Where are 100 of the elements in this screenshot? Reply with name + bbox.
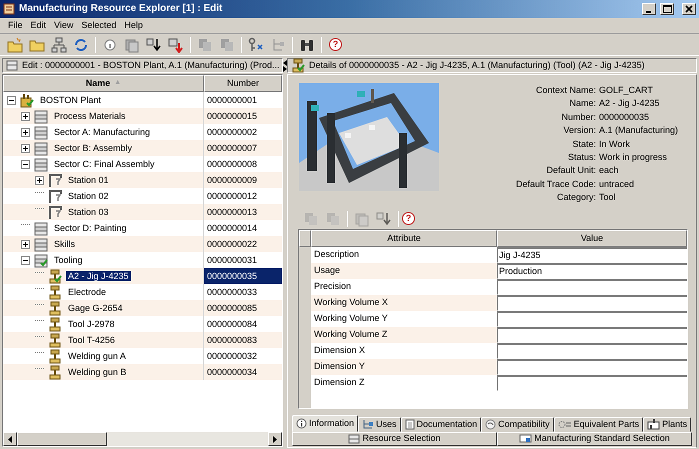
tree-item-label[interactable]: Sector A: Manufacturing — [52, 126, 152, 138]
column-header[interactable]: Attribute — [311, 230, 497, 247]
expand-toggle[interactable] — [35, 176, 44, 184]
tab[interactable]: Information — [292, 414, 358, 432]
tree-item-label[interactable]: Sector D: Painting — [52, 222, 129, 234]
expand-toggle[interactable] — [21, 240, 30, 248]
help-button[interactable]: ? — [402, 212, 415, 226]
tree-item-label[interactable]: Electrode — [66, 286, 108, 298]
open-folder-icon — [7, 36, 23, 52]
expand-toggle[interactable] — [7, 96, 16, 104]
tree-row[interactable]: Welding gun B 0000000034 — [3, 364, 282, 380]
column-label: Number — [226, 78, 259, 89]
info-icon — [296, 418, 307, 429]
minimize-button[interactable] — [642, 3, 656, 15]
tab[interactable]: Uses — [358, 416, 401, 432]
tree-item-label[interactable]: Sector B: Assembly — [52, 142, 134, 154]
tree-item-label[interactable]: A2 - Jig J-4235 — [66, 270, 131, 282]
stack-icon — [124, 36, 140, 52]
info-icon — [102, 36, 118, 52]
row-header[interactable] — [299, 246, 311, 263]
column-header[interactable]: Value — [497, 230, 687, 247]
table-cell: Working Volume Z — [311, 326, 497, 343]
tree-item-label[interactable]: Welding gun B — [66, 366, 128, 378]
menu-item[interactable]: Help — [120, 20, 147, 31]
swirl-icon — [485, 418, 496, 430]
tree-row[interactable]: Gage G-2654 0000000085 — [3, 300, 282, 316]
table-cell-text: Dimension Z — [313, 376, 366, 390]
tree-item-label[interactable]: BOSTON Plant — [38, 94, 103, 106]
input-field[interactable] — [497, 326, 687, 343]
table-cell: 0000000032 — [207, 350, 258, 362]
gear-equals-icon — [558, 418, 572, 430]
tree-row[interactable]: A2 - Jig J-4235 0000000035 — [3, 268, 282, 284]
menu-item[interactable]: View — [50, 20, 78, 31]
property-label: Category: — [556, 191, 597, 204]
input-field[interactable] — [497, 278, 687, 295]
input-field[interactable] — [497, 294, 687, 311]
tree-row[interactable]: Skills 0000000022 — [3, 236, 282, 252]
tree-item-label[interactable]: Skills — [52, 238, 78, 250]
column-header[interactable]: Number — [204, 75, 282, 92]
maximize-button[interactable] — [660, 3, 674, 15]
tree-row[interactable]: Sector B: Assembly 0000000007 — [3, 140, 282, 156]
tab[interactable]: Resource Selection — [292, 432, 497, 446]
property-value: In Work — [599, 138, 630, 151]
close-button[interactable] — [682, 3, 696, 15]
table-cell: Usage — [311, 262, 497, 279]
tree-row[interactable]: Process Materials 0000000015 — [3, 108, 282, 124]
table-cell-text: Dimension X — [313, 344, 366, 358]
window-title: Manufacturing Resource Explorer [1] : Edit — [19, 3, 224, 15]
input-field[interactable] — [497, 342, 687, 359]
table-cell-text: Description — [313, 248, 360, 262]
tree-row[interactable]: Station 01 0000000009 — [3, 172, 282, 188]
tab[interactable]: Manufacturing Standard Selection — [497, 432, 692, 446]
input-field[interactable]: Production — [497, 262, 687, 279]
table-cell: 0000000033 — [207, 286, 258, 298]
expand-toggle[interactable] — [21, 256, 30, 264]
maximize-icon — [662, 5, 672, 13]
tree-item-label[interactable]: Gage G-2654 — [66, 302, 125, 314]
hierarchy-icon — [362, 418, 374, 430]
tab[interactable]: Documentation — [400, 416, 482, 432]
tree-item-label[interactable]: Process Materials — [52, 110, 128, 122]
menu-item[interactable]: Edit — [26, 20, 50, 31]
pane-title: Details of 0000000035 - A2 - Jig J-4235, A.1 (Manufacturing) (Tool) (A2 - Jig J-4235) — [309, 60, 645, 71]
table-cell: 0000000002 — [207, 126, 258, 138]
horizontal-scrollbar[interactable] — [3, 432, 282, 446]
copy-icon — [197, 36, 213, 52]
help-button[interactable]: ? — [329, 38, 342, 51]
input-field[interactable]: Jig J-4235 — [497, 246, 687, 263]
input-field[interactable] — [497, 358, 687, 375]
tree-item-label[interactable]: Station 01 — [66, 174, 111, 186]
input-field[interactable] — [497, 310, 687, 327]
table-cell: 0000000035 — [207, 270, 258, 282]
property-value: 0000000035 — [599, 110, 650, 124]
tree-item-label[interactable]: Tool T-4256 — [66, 334, 117, 346]
tab[interactable]: Equivalent Parts — [554, 416, 644, 432]
property-label: Version: — [562, 124, 597, 138]
cabinet-icon — [348, 434, 360, 444]
network-icon — [51, 36, 67, 52]
table-cell-text: Precision — [313, 280, 352, 294]
table-cell: 0000000085 — [207, 302, 258, 314]
expand-toggle[interactable] — [21, 112, 30, 120]
tree-item-label[interactable]: Tooling — [52, 254, 85, 266]
tree-item-label[interactable]: Station 03 — [66, 206, 111, 218]
tree-item-label[interactable]: Station 02 — [66, 190, 111, 202]
tree-item-label[interactable]: Welding gun A — [66, 350, 128, 362]
expand-toggle[interactable] — [21, 144, 30, 152]
table-cell: 0000000084 — [207, 318, 258, 330]
tab[interactable]: Compatibility — [481, 416, 554, 432]
menu-item[interactable]: Selected — [77, 20, 120, 31]
tree-row[interactable]: Tool T-4256 0000000083 — [3, 332, 282, 348]
menu-item[interactable]: File — [4, 20, 27, 31]
tree-row[interactable]: Station 03 0000000013 — [3, 204, 282, 220]
table-cell: 0000000012 — [207, 190, 258, 202]
property-label: State: — [571, 138, 597, 151]
input-field[interactable] — [497, 374, 687, 391]
tree-item-label[interactable]: Tool J-2978 — [66, 318, 117, 330]
tree-item-label[interactable]: Sector C: Final Assembly — [52, 158, 157, 170]
expand-toggle[interactable] — [21, 160, 30, 168]
tab[interactable]: Plants — [643, 416, 692, 432]
expand-toggle[interactable] — [21, 128, 30, 136]
property-value: A.1 (Manufacturing) — [599, 124, 678, 138]
